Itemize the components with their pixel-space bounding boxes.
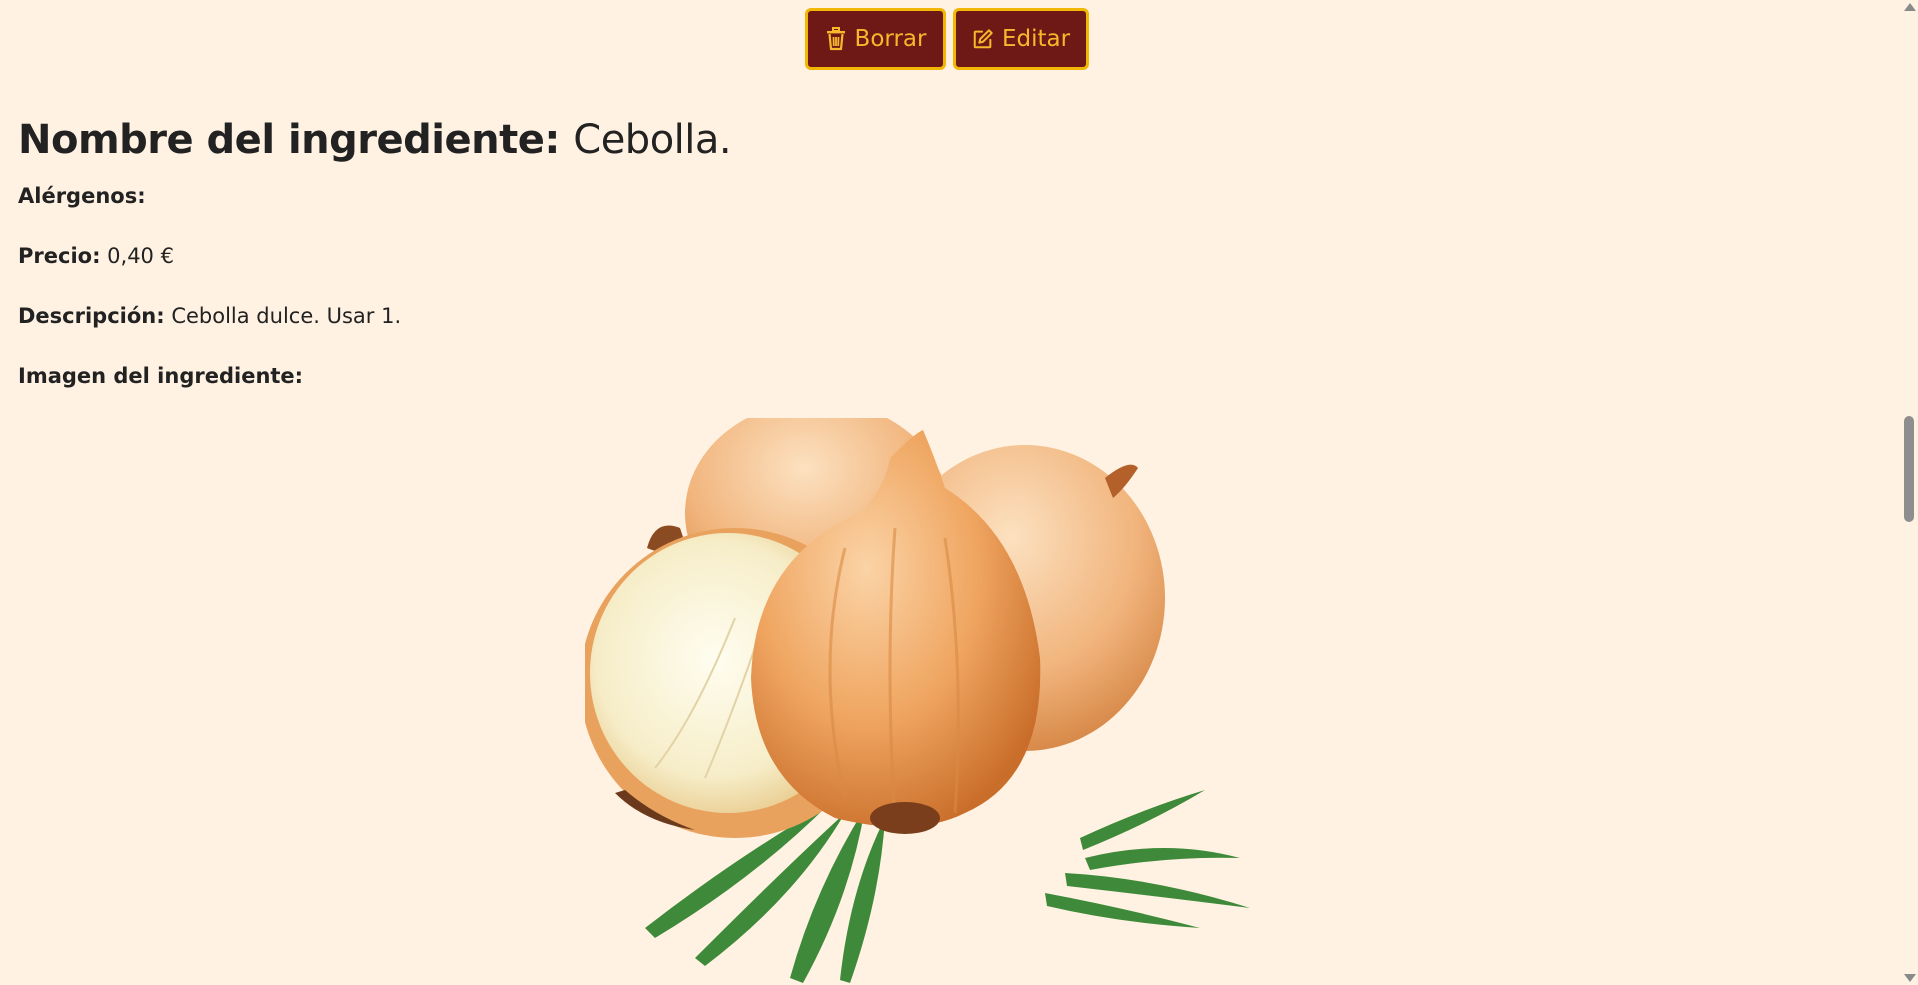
- description-label: Descripción:: [18, 304, 165, 328]
- edit-button[interactable]: Editar: [953, 8, 1089, 70]
- ingredient-name-value: Cebolla.: [573, 117, 732, 163]
- action-bar: Borrar Editar: [805, 8, 1089, 70]
- trash-icon: [825, 27, 847, 51]
- allergens-field: Alérgenos:: [18, 181, 146, 211]
- ingredient-name-heading: Nombre del ingrediente: Cebolla.: [18, 112, 1878, 168]
- scroll-down-arrow-icon[interactable]: [1904, 974, 1916, 982]
- ingredient-name-label: Nombre del ingrediente:: [18, 117, 560, 163]
- price-value: 0,40 €: [107, 244, 174, 268]
- description-value: Cebolla dulce. Usar 1.: [171, 304, 402, 328]
- edit-button-label: Editar: [1001, 26, 1071, 52]
- price-label: Precio:: [18, 244, 101, 268]
- description-field: Descripción: Cebolla dulce. Usar 1.: [18, 301, 401, 331]
- delete-button-label: Borrar: [854, 26, 927, 52]
- ingredient-detail: Nombre del ingrediente: Cebolla. Alérgen…: [18, 112, 1878, 388]
- image-label: Imagen del ingrediente:: [18, 364, 304, 388]
- allergens-label: Alérgenos:: [18, 184, 146, 208]
- page: Borrar Editar Nombre del ingrediente: Ce…: [0, 0, 1918, 985]
- ingredient-image: [585, 418, 1315, 985]
- scroll-up-arrow-icon[interactable]: [1904, 3, 1916, 11]
- price-field: Precio: 0,40 €: [18, 241, 174, 271]
- vertical-scrollbar[interactable]: [1900, 0, 1918, 985]
- edit-icon: [972, 27, 994, 51]
- delete-button[interactable]: Borrar: [805, 8, 946, 70]
- image-field: Imagen del ingrediente:: [18, 361, 303, 391]
- scroll-thumb[interactable]: [1904, 416, 1914, 522]
